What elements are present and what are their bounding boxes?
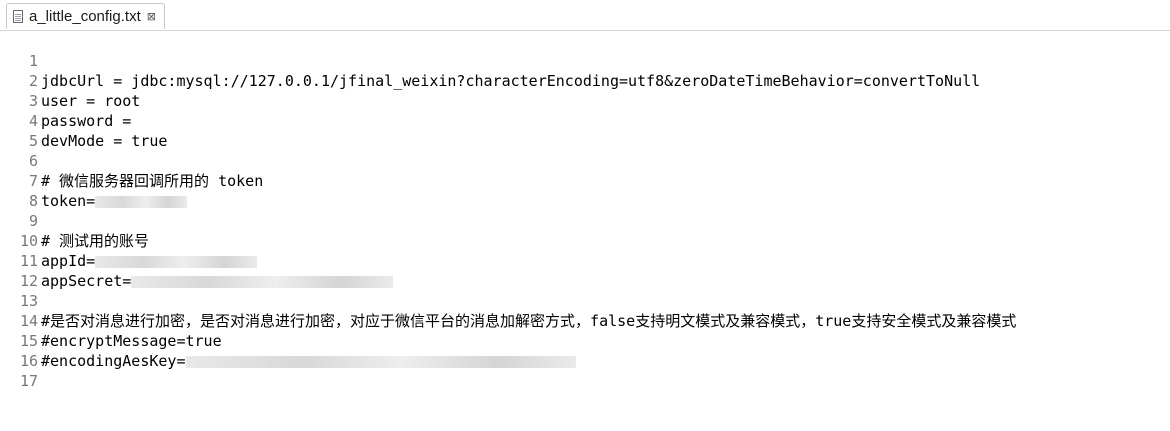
editor-line: 12 <box>0 251 1170 290</box>
editor-line: 7 token= <box>0 151 1170 210</box>
tab-title: a_little_config.txt <box>29 7 141 25</box>
editor-tab-bar: a_little_config.txt ⊠ <box>0 0 1170 31</box>
line-number: 17 <box>19 372 38 390</box>
editor-line: 11 appSecret= <box>0 231 1170 290</box>
editor-line: 6 # 微信服务器回调所用的 token <box>0 131 1170 190</box>
editor-line: 3 password = <box>0 71 1170 130</box>
editor-line: 15 #encodingAesKey= <box>0 311 1170 370</box>
editor-line: 17 <box>0 351 1170 390</box>
editor-line: 9 # 测试用的账号 <box>0 191 1170 250</box>
editor-line: 2 user = root <box>0 51 1170 110</box>
file-tab[interactable]: a_little_config.txt ⊠ <box>6 3 165 29</box>
editor-line: 5 <box>0 111 1170 150</box>
text-file-icon <box>13 9 23 23</box>
editor-line: 1 jdbcUrl = jdbc:mysql://127.0.0.1/jfina… <box>0 31 1170 90</box>
editor-line: 4 devMode = true <box>0 91 1170 150</box>
editor-line: 8 <box>0 171 1170 210</box>
close-icon[interactable]: ⊠ <box>147 10 156 23</box>
editor-line: 14 #encryptMessage=true <box>0 291 1170 350</box>
editor-line: 13 #是否对消息进行加密，是否对消息进行加密，对应于微信平台的消息加解密方式，… <box>0 271 1170 330</box>
editor-line: 10 appId= <box>0 211 1170 270</box>
text-editor[interactable]: 1 jdbcUrl = jdbc:mysql://127.0.0.1/jfina… <box>0 31 1170 390</box>
editor-line: 16 <box>0 331 1170 370</box>
